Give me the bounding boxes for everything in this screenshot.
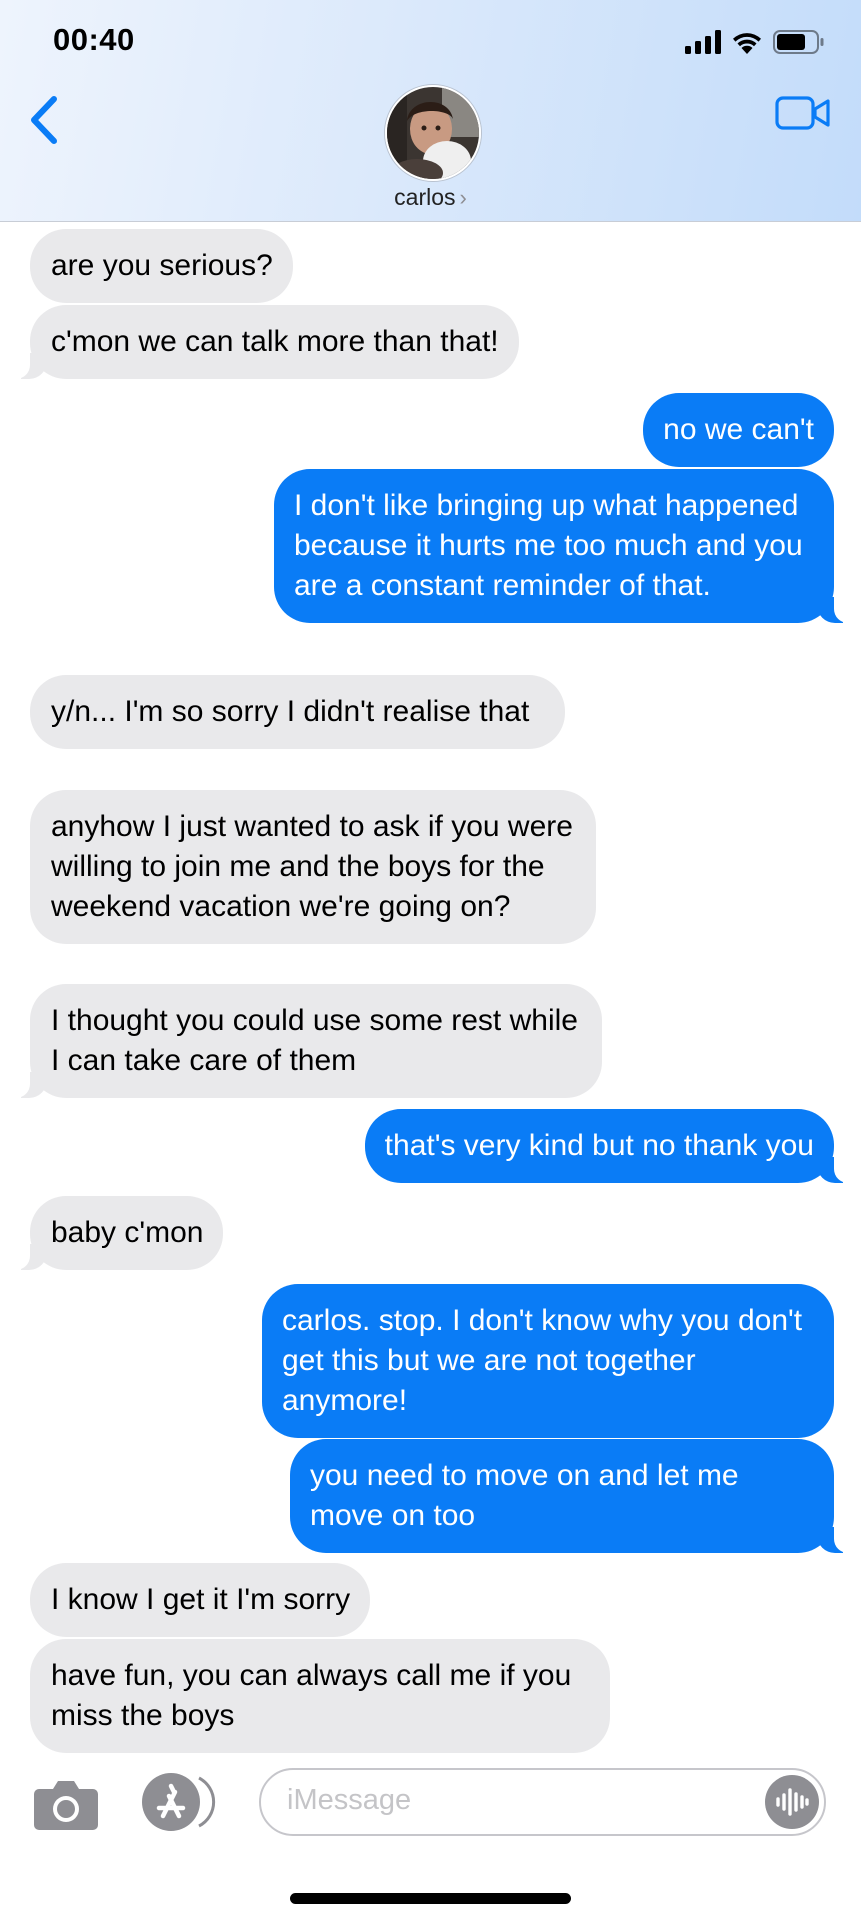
audio-waveform-icon xyxy=(776,1788,809,1816)
facetime-video-button[interactable] xyxy=(775,92,831,134)
message-bubble-incoming[interactable]: I thought you could use some rest while … xyxy=(4,984,602,1098)
message-bubble-outgoing[interactable]: no we can't xyxy=(643,393,834,467)
chevron-left-icon xyxy=(31,96,57,144)
message-bubble-incoming[interactable]: I know I get it I'm sorry xyxy=(30,1563,371,1637)
message-bubble-incoming[interactable]: baby c'mon xyxy=(3,1196,224,1270)
conversation-header: 00:40 carlos › xyxy=(0,0,861,222)
battery-icon xyxy=(773,30,824,54)
message-bubble-incoming[interactable]: are you serious? xyxy=(30,229,293,303)
message-bubble-incoming[interactable]: anyhow I just wanted to ask if you were … xyxy=(30,790,596,944)
status-icons xyxy=(685,26,825,58)
contact-name-button[interactable]: carlos › xyxy=(0,184,861,211)
chevron-right-icon: › xyxy=(459,185,467,210)
home-indicator[interactable] xyxy=(290,1893,571,1904)
contact-photo xyxy=(387,87,479,179)
contact-avatar[interactable] xyxy=(385,85,481,181)
back-button[interactable] xyxy=(26,88,76,152)
status-time: 00:40 xyxy=(53,22,135,57)
message-bubble-incoming[interactable]: y/n... I'm so sorry I didn't realise tha… xyxy=(30,675,565,749)
camera-icon xyxy=(34,1781,98,1830)
message-bubble-incoming[interactable]: c'mon we can talk more than that! xyxy=(4,305,519,379)
message-bubble-outgoing[interactable]: you need to move on and let me move on t… xyxy=(290,1439,860,1553)
contact-name: carlos xyxy=(394,184,456,210)
video-camera-icon xyxy=(775,96,830,130)
message-bubble-outgoing[interactable]: carlos. stop. I don't know why you don't… xyxy=(262,1284,834,1438)
app-store-button[interactable] xyxy=(141,1772,217,1832)
audio-message-button[interactable] xyxy=(765,1775,819,1829)
message-bubble-outgoing[interactable]: that's very kind but no thank you xyxy=(364,1109,861,1183)
message-input[interactable]: iMessage xyxy=(259,1768,826,1836)
wifi-icon xyxy=(733,33,761,54)
cellular-signal-icon xyxy=(685,30,721,54)
message-input-placeholder: iMessage xyxy=(287,1784,412,1816)
message-bubble-outgoing[interactable]: I don't like bringing up what happened b… xyxy=(274,469,860,623)
camera-button[interactable] xyxy=(33,1777,99,1831)
message-bubble-incoming[interactable]: have fun, you can always call me if you … xyxy=(30,1639,610,1753)
app-store-icon xyxy=(142,1773,216,1831)
